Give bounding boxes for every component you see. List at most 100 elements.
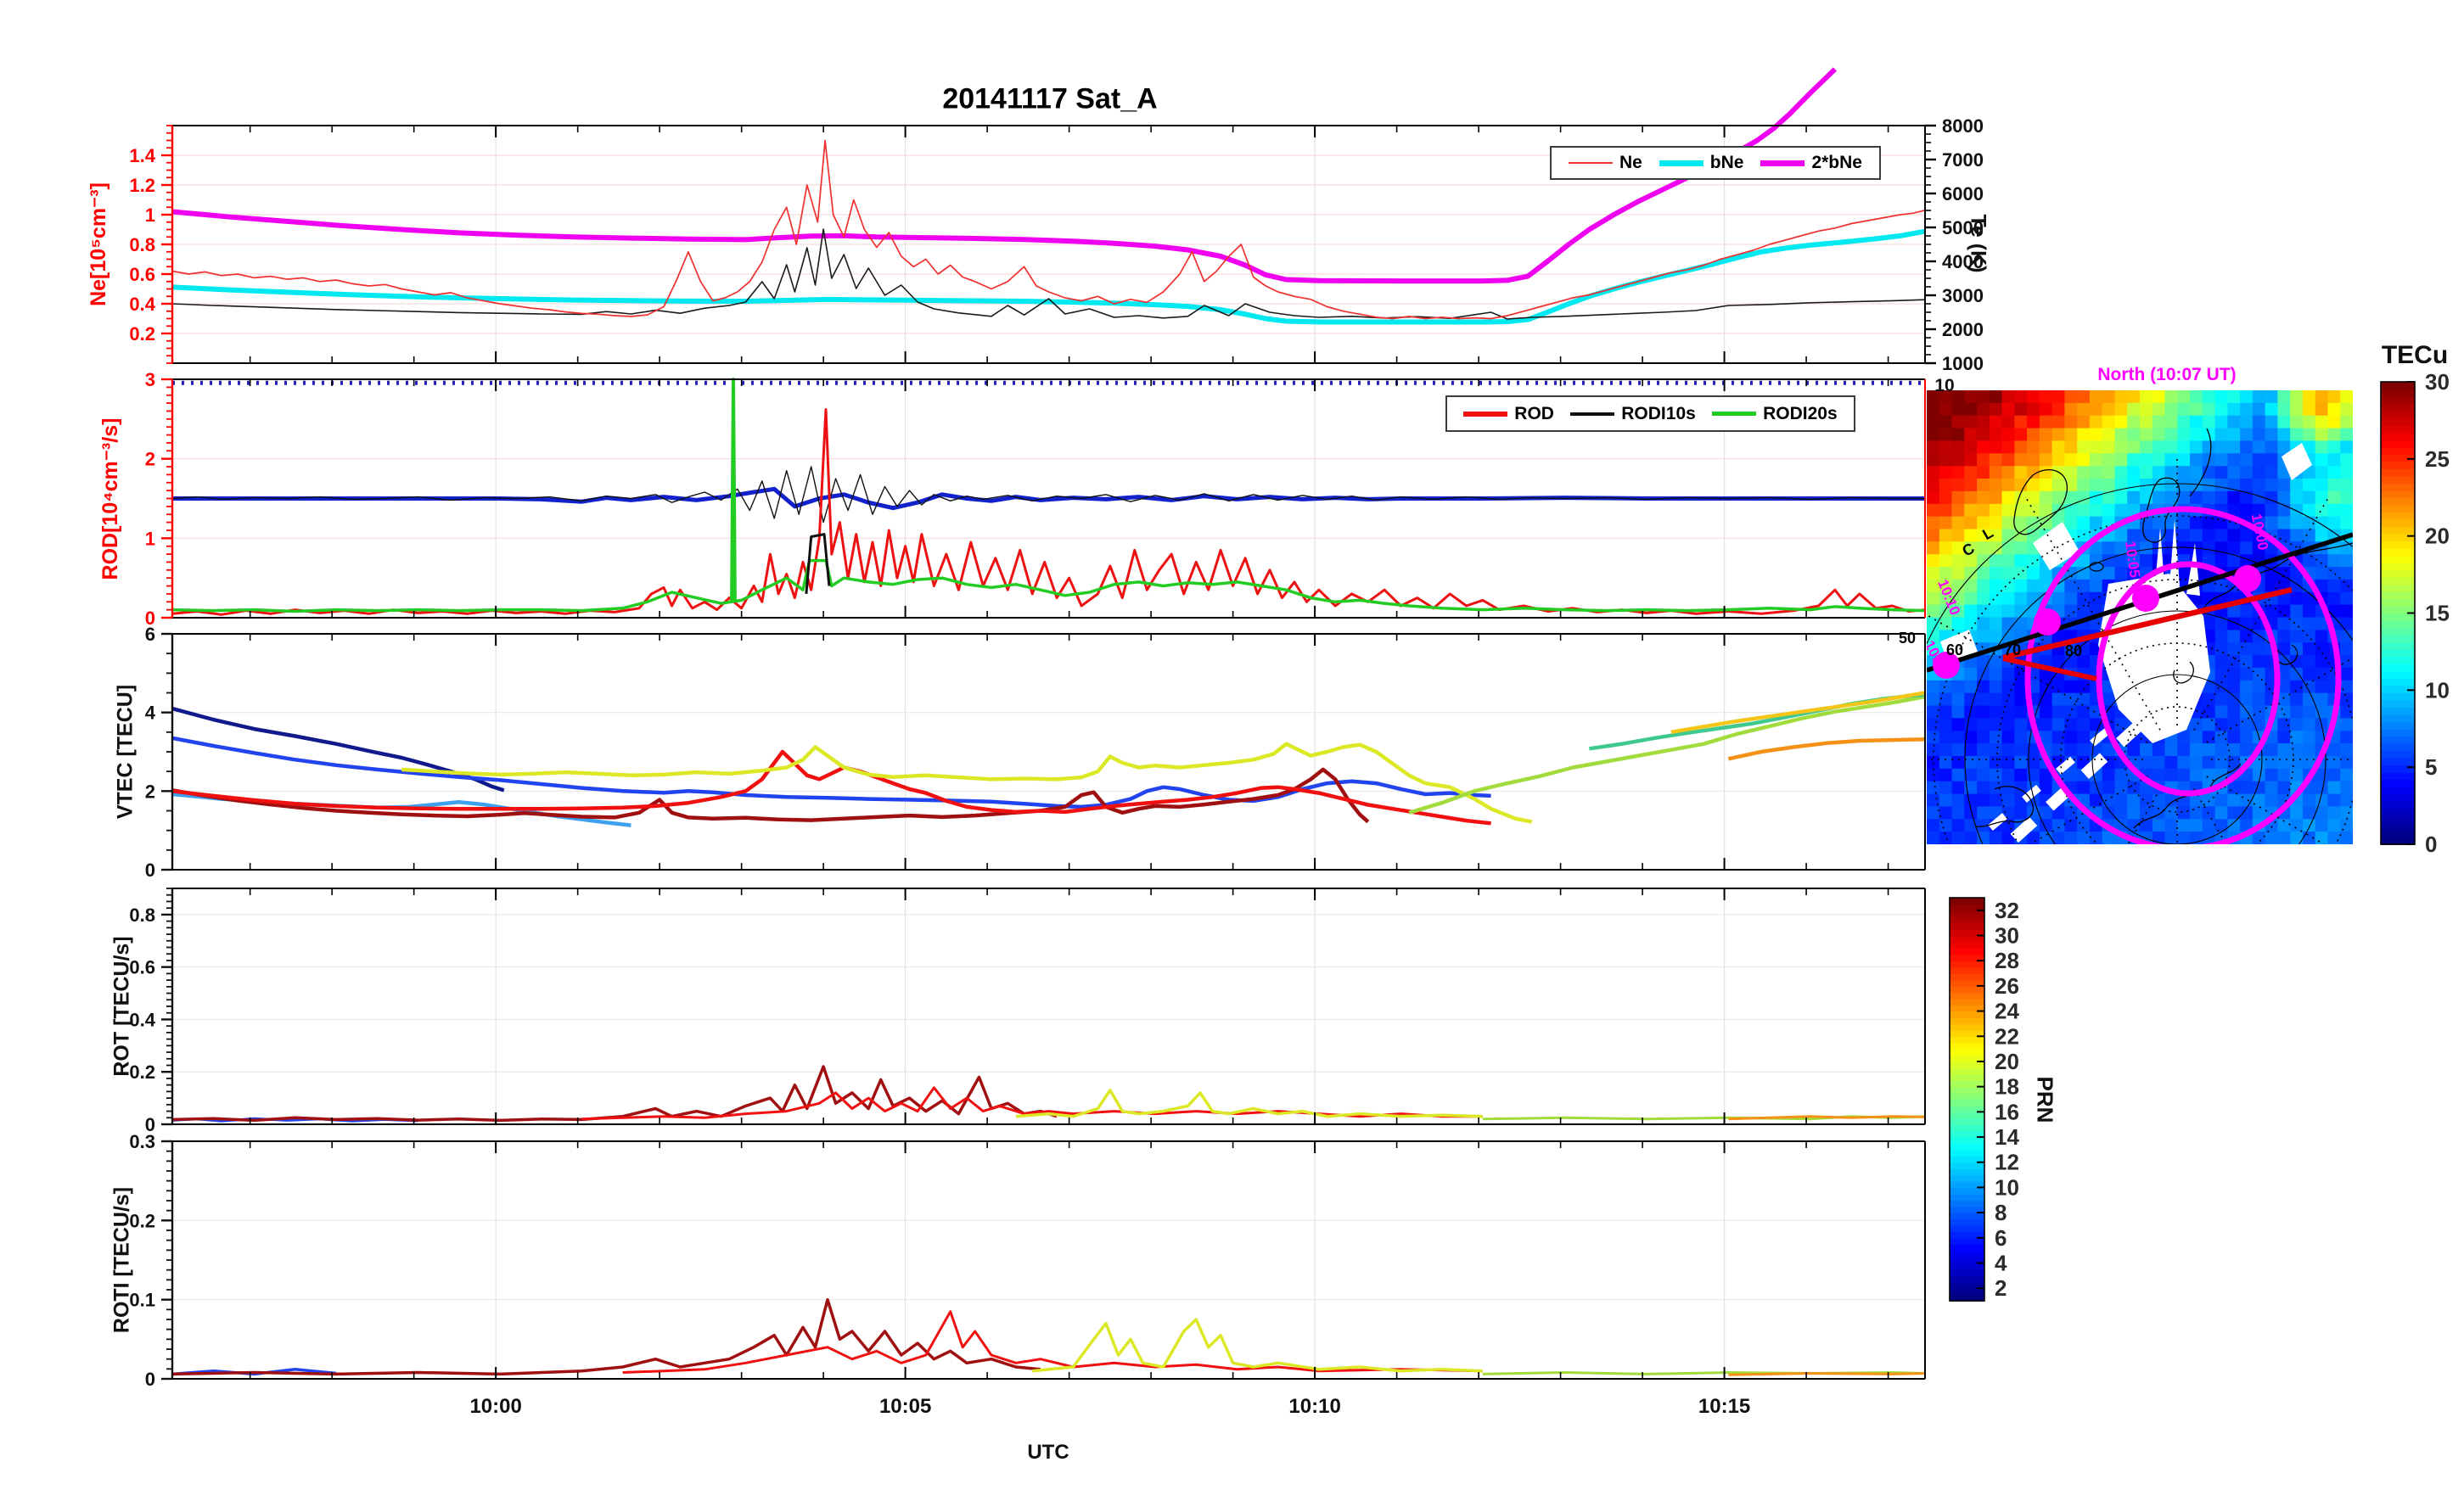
tick-label: 15 xyxy=(2425,601,2450,626)
tick-label: 25 xyxy=(2425,446,2450,472)
chart-canvas: 0.20.40.60.811.21.4100020003000400050006… xyxy=(129,67,2450,1418)
tick-label: 50 xyxy=(1899,630,1916,647)
figure-title: 20141117 Sat_A xyxy=(942,82,1158,115)
tick-label: 1.4 xyxy=(129,145,155,166)
prn-colorbar-label: PRN xyxy=(2032,1076,2058,1123)
series-RODI20s-spike xyxy=(730,378,737,602)
figure-window: 0.2 0.4 0.6 0.8 1 1.2 1.4 1000 2000 3000 4000 5000 6… xyxy=(0,0,2464,1490)
tick-label: 7000 xyxy=(1942,149,1984,171)
tick-label: 8 xyxy=(1995,1200,2007,1225)
tick-label: 10:15 xyxy=(1698,1395,1750,1418)
legend-item-label: 2*bNe xyxy=(1811,153,1862,172)
legend-line-sample xyxy=(1568,162,1613,164)
tick-label: 0.6 xyxy=(129,264,155,285)
tick-label: 6 xyxy=(145,624,155,645)
tick-label: 10 xyxy=(1995,1174,2019,1200)
tick-label: 12 xyxy=(1995,1150,2019,1175)
te-y-axis-label: Te (K) xyxy=(1966,214,1990,273)
legend-item-RODI20s: RODI20s xyxy=(1712,404,1838,424)
series-PRN-orange xyxy=(1727,737,1925,761)
tick-label: 60 xyxy=(1946,641,1963,658)
tick-label: 10:05 xyxy=(879,1395,931,1418)
tick-label: 20 xyxy=(1995,1049,2019,1074)
tick-label: 30 xyxy=(1995,923,2019,949)
map-title: North (10:07 UT) xyxy=(2097,365,2237,384)
rot-y-axis-label: ROT [TECU/s] xyxy=(109,936,134,1077)
tick-label: 70 xyxy=(2004,641,2021,658)
tecu-colorbar: 0 5 10 15 20 25 30 xyxy=(2380,369,2450,857)
legend-line-sample xyxy=(1760,160,1805,166)
tick-label: 10:10 xyxy=(1288,1395,1340,1418)
tick-label: 24 xyxy=(1995,999,2019,1024)
legend-item-2*bNe: 2*bNe xyxy=(1760,153,1862,173)
panel-rot: 00.20.40.60.8 xyxy=(129,888,1926,1135)
panel2-right-top-label: 10 xyxy=(1934,376,1955,395)
roti-y-axis-label: ROTI [TECU/s] xyxy=(109,1186,134,1334)
tick-label: 6000 xyxy=(1942,183,1984,204)
series-roti-darkred xyxy=(172,1297,1041,1376)
series-RODI20s xyxy=(172,558,1925,613)
tick-label: 1000 xyxy=(1942,353,1984,374)
tick-label: 0.4 xyxy=(129,294,155,315)
rod-legend: ROD RODI10s RODI20s xyxy=(1445,395,1855,432)
series-bNe xyxy=(171,228,1926,325)
tick-label: 18 xyxy=(1995,1074,2019,1100)
legend-item-RODI10s: RODI10s xyxy=(1570,404,1696,424)
tick-label: 4 xyxy=(145,703,156,724)
series-RODI10s-line xyxy=(172,466,1925,524)
tick-label: 22 xyxy=(1995,1023,2019,1049)
tick-label: 0 xyxy=(2425,832,2437,857)
tick-label: 3 xyxy=(145,369,155,390)
legend-line-sample xyxy=(1570,412,1615,416)
ne-y-axis-label: Ne[10⁵cm⁻³] xyxy=(87,182,110,306)
series-rot-darkred xyxy=(172,1065,1058,1123)
legend-item-label: RODI20s xyxy=(1763,403,1838,423)
tick-label: 0.8 xyxy=(129,234,155,255)
tick-label: 1 xyxy=(145,204,155,226)
tick-label: 5 xyxy=(2425,754,2437,780)
tick-label: 0.8 xyxy=(129,905,155,926)
tick-label: 6 xyxy=(1995,1225,2007,1251)
tick-label: 4 xyxy=(1995,1250,2007,1275)
legend-item-label: RODI10s xyxy=(1621,403,1696,423)
tick-label: 14 xyxy=(1995,1124,2019,1150)
tick-label: 3000 xyxy=(1942,285,1984,306)
prn-colorbar: 2468101214161820222426283032 xyxy=(1949,897,2019,1302)
series-roti-orange xyxy=(1728,1372,1925,1376)
tick-label: 2 xyxy=(1995,1275,2007,1301)
legend-line-sample xyxy=(1463,411,1508,417)
legend-item-Ne: Ne xyxy=(1568,153,1642,173)
series-roti-red xyxy=(622,1310,1483,1374)
tick-label: 0 xyxy=(145,860,155,881)
legend-line-sample xyxy=(1659,160,1703,166)
tick-label: 10 xyxy=(2425,677,2450,703)
tick-label: 0.3 xyxy=(129,1131,155,1152)
tick-label: 8000 xyxy=(1942,115,1984,137)
tick-label: 26 xyxy=(1995,973,2019,999)
tick-label: 30 xyxy=(2425,369,2450,395)
vtec-y-axis-label: VTEC [TECU] xyxy=(113,684,138,820)
legend-line-sample xyxy=(1712,412,1757,416)
legend-item-bNe: bNe xyxy=(1659,153,1743,173)
tick-label: 2 xyxy=(145,449,155,470)
ne-legend: Ne bNe 2*bNe xyxy=(1550,146,1881,180)
legend-item-label: Ne xyxy=(1619,153,1642,172)
tick-label: 28 xyxy=(1995,948,2019,973)
legend-item-label: ROD xyxy=(1514,403,1554,423)
tick-label: 10:00 xyxy=(469,1395,521,1418)
panel-vtec: 0 2 4 6 xyxy=(145,624,1926,881)
tick-label: 2 xyxy=(145,781,155,802)
tick-label: 0.2 xyxy=(129,323,155,344)
x-axis-label: UTC xyxy=(1027,1441,1069,1464)
tick-label: 0 xyxy=(145,1369,155,1390)
tick-label: 80 xyxy=(2065,642,2082,659)
tick-label: 1.2 xyxy=(129,175,155,196)
tick-label: 1 xyxy=(145,528,155,549)
tick-label: 20 xyxy=(2425,524,2450,549)
tick-label: 2000 xyxy=(1942,319,1984,340)
tick-label: 16 xyxy=(1995,1099,2019,1124)
tick-label: 32 xyxy=(1995,898,2019,923)
rod-y-axis-label: ROD[10⁴cm⁻³/s] xyxy=(98,417,122,580)
tecu-colorbar-title: TECu xyxy=(2381,341,2449,369)
legend-item-ROD: ROD xyxy=(1463,404,1554,424)
